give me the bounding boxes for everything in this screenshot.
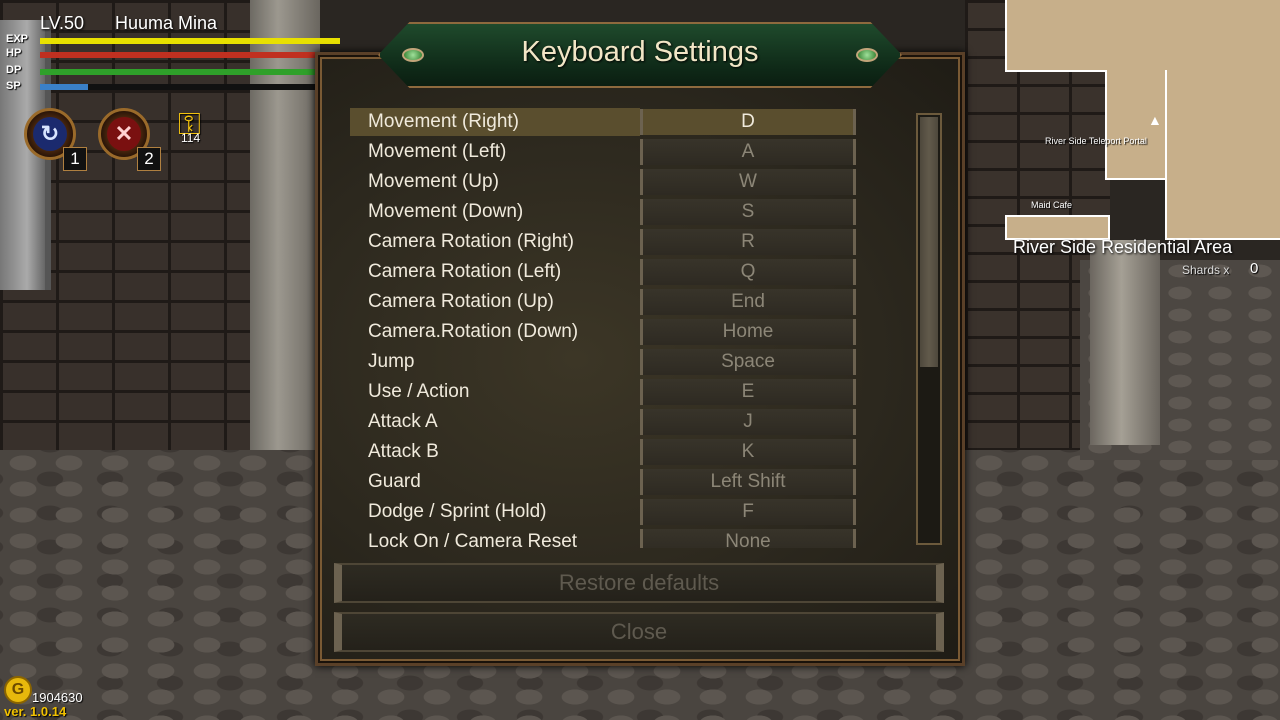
sp-bar-label: SP	[6, 80, 21, 92]
action-label: Guard	[368, 471, 421, 492]
key-binding-button[interactable]: R	[640, 229, 856, 255]
key-count: 114	[181, 131, 201, 145]
keybinding-row[interactable]: Use / Action E	[350, 378, 860, 406]
action-label: Dodge / Sprint (Hold)	[368, 501, 547, 522]
keybinding-row[interactable]: Movement (Right) D	[350, 108, 860, 136]
keybinding-row[interactable]: Jump Space	[350, 348, 860, 376]
gold-amount: 1904630	[32, 690, 83, 705]
minimap-block	[1165, 70, 1280, 240]
action-label: Camera Rotation (Right)	[368, 231, 574, 252]
key-binding-button[interactable]: A	[640, 139, 856, 165]
keybinding-row[interactable]: Guard Left Shift	[350, 468, 860, 496]
action-label: Camera Rotation (Left)	[368, 261, 562, 282]
exp-bar-fill	[40, 38, 340, 44]
key-binding-button[interactable]: J	[640, 409, 856, 435]
action-label: Jump	[368, 351, 415, 372]
hp-bar	[40, 52, 340, 58]
skill-slot-1-number: 1	[63, 147, 87, 171]
skill-slot-2-number: 2	[137, 147, 161, 171]
keybinding-row[interactable]: Camera Rotation (Right) R	[350, 228, 860, 256]
action-label: Movement (Down)	[368, 201, 524, 222]
minimap[interactable]: River Side Teleport Portal Maid Cafe	[1005, 0, 1280, 240]
action-label: Attack A	[368, 411, 438, 432]
hp-bar-label: HP	[6, 47, 22, 59]
action-label: Use / Action	[368, 381, 470, 402]
action-label: Movement (Left)	[368, 141, 507, 162]
action-label: Camera.Rotation (Down)	[368, 321, 579, 342]
minimap-label-portal: River Side Teleport Portal	[1045, 136, 1147, 146]
game-version: ver. 1.0.14	[4, 704, 67, 719]
key-binding-button[interactable]: W	[640, 169, 856, 195]
keybinding-row[interactable]: Camera Rotation (Up) End	[350, 288, 860, 316]
key-binding-button[interactable]: End	[640, 289, 856, 315]
hp-bar-fill	[40, 52, 340, 58]
dialog-title: Keyboard Settings	[521, 36, 759, 68]
key-binding-button[interactable]: S	[640, 199, 856, 225]
keybinding-row[interactable]: Dodge / Sprint (Hold) F	[350, 498, 860, 526]
action-label: Movement (Right)	[350, 108, 640, 136]
minimap-block	[1005, 0, 1280, 72]
area-name: River Side Residential Area	[1013, 237, 1233, 257]
swirl-skill-icon: ↻	[33, 117, 67, 151]
scrollbar[interactable]	[916, 113, 942, 545]
dp-bar	[40, 69, 340, 75]
keybinding-list[interactable]: Movement (Right) D Movement (Left) A Movemen…	[350, 108, 860, 548]
keybinding-row[interactable]: Attack B K	[350, 438, 860, 466]
key-binding-button[interactable]: K	[640, 439, 856, 465]
shards-label: Shards x	[1182, 263, 1230, 277]
sp-bar-fill	[40, 84, 88, 90]
exp-bar-label: EXP	[6, 33, 29, 45]
keybinding-row[interactable]: Movement (Left) A	[350, 138, 860, 166]
key-binding-button[interactable]: E	[640, 379, 856, 405]
exp-bar	[40, 38, 340, 44]
restore-defaults-button[interactable]: Restore defaults	[334, 563, 944, 603]
player-marker-icon: ▲	[1148, 112, 1162, 128]
scrollbar-thumb[interactable]	[920, 117, 938, 367]
keybinding-row[interactable]: Camera.Rotation (Down) Home	[350, 318, 860, 346]
key-binding-button[interactable]: F	[640, 499, 856, 525]
key-binding-button[interactable]: None	[640, 529, 856, 548]
slash-skill-icon: ✕	[107, 117, 141, 151]
sp-bar	[40, 84, 340, 90]
dp-bar-label: DP	[6, 64, 22, 76]
key-binding-button[interactable]: Home	[640, 319, 856, 345]
shards-count: 0	[1250, 260, 1259, 277]
action-label: Attack B	[368, 441, 439, 462]
keybinding-row[interactable]: Movement (Down) S	[350, 198, 860, 226]
player-level: LV.50	[40, 13, 85, 33]
key-binding-button[interactable]: Left Shift	[640, 469, 856, 495]
gold-coin-icon: G	[4, 676, 32, 704]
keybinding-row[interactable]: Movement (Up) W	[350, 168, 860, 196]
stone-pillar-right	[1090, 240, 1160, 445]
keybinding-row[interactable]: Camera Rotation (Left) Q	[350, 258, 860, 286]
keybinding-row[interactable]: Attack A J	[350, 408, 860, 436]
close-button[interactable]: Close	[334, 612, 944, 652]
dp-bar-fill	[40, 69, 340, 75]
action-label: Lock On / Camera Reset	[368, 531, 578, 548]
key-binding-button[interactable]: Q	[640, 259, 856, 285]
player-name: Huuma Mina	[115, 13, 218, 33]
keybinding-row[interactable]: Lock On / Camera Reset None	[350, 528, 860, 548]
minimap-label-cafe: Maid Cafe	[1031, 200, 1073, 210]
action-label: Movement (Up)	[368, 171, 499, 192]
key-binding-button[interactable]: D	[640, 109, 856, 135]
key-binding-button[interactable]: Space	[640, 349, 856, 375]
action-label: Camera Rotation (Up)	[368, 291, 554, 312]
